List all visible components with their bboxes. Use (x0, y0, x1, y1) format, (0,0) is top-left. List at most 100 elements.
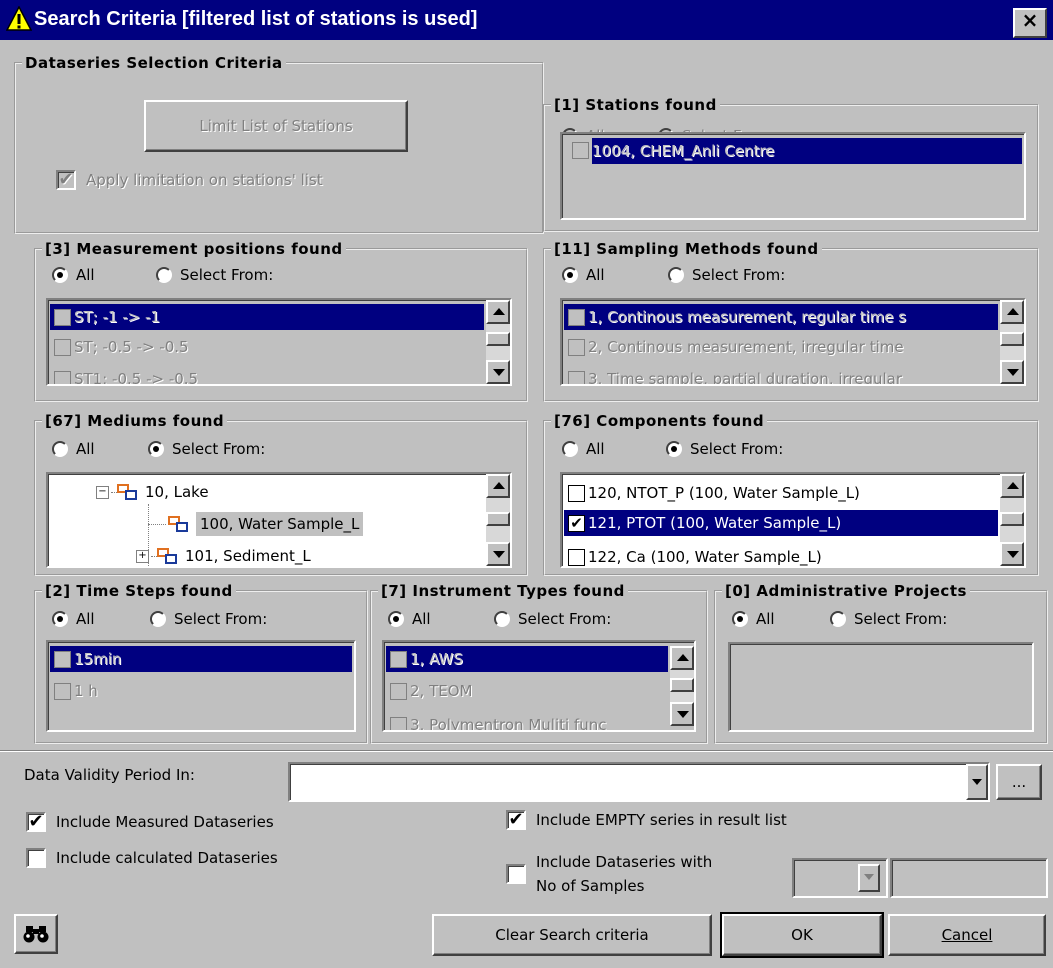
samples-operator-combobox[interactable] (792, 858, 888, 898)
projects-radio-select[interactable]: Select From: (830, 610, 947, 628)
include-empty-checkbox[interactable]: ✔ Include EMPTY series in result list (506, 810, 787, 830)
expand-icon[interactable]: + (136, 549, 149, 563)
scroll-thumb[interactable] (670, 678, 694, 692)
list-item-checkbox[interactable] (568, 548, 585, 566)
validity-dropdown-button[interactable] (966, 764, 988, 800)
samples-operator-dropdown-button[interactable] (858, 864, 880, 892)
components-radio-all[interactable]: All (562, 440, 605, 458)
list-item[interactable]: 122, Ca (100, Water Sample_L) (564, 544, 822, 566)
components-list[interactable]: 120, NTOT_P (100, Water Sample_L) ✔ 121, … (560, 472, 1026, 568)
radio-label: All (586, 440, 605, 458)
timesteps-radio-select[interactable]: Select From: (150, 610, 267, 628)
list-item-checkbox[interactable] (54, 682, 71, 700)
timesteps-radio-all[interactable]: All (52, 610, 95, 628)
vertical-scrollbar[interactable] (1000, 474, 1024, 566)
list-item[interactable]: ✔ 121, PTOT (100, Water Sample_L) (564, 510, 998, 536)
list-item[interactable]: ST; -0.5 -> -0.5 (50, 334, 189, 360)
vertical-scrollbar[interactable] (486, 474, 510, 566)
components-radio-select[interactable]: Select From: (666, 440, 783, 458)
list-item-checkbox[interactable] (54, 650, 71, 668)
list-item[interactable]: 2, Continous measurement, irregular time (564, 334, 904, 360)
mediums-radio-all[interactable]: All (52, 440, 95, 458)
find-button[interactable] (14, 914, 58, 954)
scroll-up-button[interactable] (486, 300, 510, 324)
list-item[interactable]: 120, NTOT_P (100, Water Sample_L) (564, 480, 860, 506)
sampling-radio-select[interactable]: Select From: (668, 266, 785, 284)
timesteps-list[interactable]: 15min 1 h (46, 640, 356, 732)
list-item[interactable]: 1 h (50, 678, 98, 704)
include-measured-checkbox[interactable]: ✔ Include Measured Dataseries (26, 812, 274, 832)
scroll-down-button[interactable] (1000, 542, 1024, 566)
list-item[interactable]: 3, Polymentron Muliti func (386, 712, 606, 730)
list-item-checkbox[interactable] (390, 682, 407, 700)
instruments-list[interactable]: 1, AWS 2, TEOM 3, Polymentron Muliti fun… (382, 640, 696, 732)
list-item-checkbox[interactable] (568, 484, 585, 502)
clear-search-button[interactable]: Clear Search criteria (432, 914, 712, 956)
positions-list[interactable]: ST; -1 -> -1 ST; -0.5 -> -0.5 ST1; -0.5 … (46, 298, 512, 386)
list-item-checkbox[interactable] (568, 308, 585, 326)
scroll-thumb[interactable] (486, 512, 510, 526)
list-item-checkbox[interactable] (568, 370, 585, 384)
projects-radio-all[interactable]: All (732, 610, 775, 628)
instruments-radio-all[interactable]: All (388, 610, 431, 628)
mediums-tree[interactable]: − 10, Lake 100, Water Sample_L + 101, Se… (46, 472, 512, 568)
tree-node-water-sample[interactable]: 100, Water Sample_L (168, 510, 364, 538)
positions-radio-all[interactable]: All (52, 266, 95, 284)
list-item-checkbox[interactable] (54, 338, 71, 356)
scroll-down-button[interactable] (670, 702, 694, 726)
list-item[interactable]: ST1; -0.5 -> -0.5 (50, 366, 198, 384)
include-calculated-box[interactable] (26, 848, 46, 868)
list-item-checkbox[interactable] (54, 370, 71, 384)
list-item[interactable]: 1, Continous measurement, regular time s (564, 304, 998, 330)
limit-stations-button[interactable]: Limit List of Stations (144, 100, 408, 152)
projects-list[interactable] (728, 642, 1034, 732)
list-item[interactable]: 1, AWS (386, 646, 668, 672)
vertical-scrollbar[interactable] (486, 300, 510, 384)
apply-limitation-box[interactable]: ✔ (56, 170, 76, 190)
cancel-button[interactable]: Cancel (888, 914, 1046, 956)
list-item[interactable]: 15min (50, 646, 352, 672)
stations-list[interactable]: 1004, CHEM_Anli Centre (560, 132, 1026, 220)
list-item-checkbox[interactable] (54, 308, 71, 326)
include-empty-box[interactable]: ✔ (506, 810, 526, 830)
tree-node-lake[interactable]: − 10, Lake (96, 480, 209, 504)
close-button[interactable]: × (1013, 8, 1047, 38)
scroll-up-button[interactable] (486, 474, 510, 498)
vertical-scrollbar[interactable] (670, 646, 694, 726)
sampling-radio-all[interactable]: All (562, 266, 605, 284)
ok-button[interactable]: OK (720, 912, 884, 958)
scroll-down-button[interactable] (1000, 360, 1024, 384)
tree-node-sediment[interactable]: + 101, Sediment_L (136, 544, 311, 566)
scroll-thumb[interactable] (486, 332, 510, 346)
validity-combobox[interactable] (288, 762, 990, 802)
scroll-thumb[interactable] (1000, 332, 1024, 346)
include-with-samples-checkbox[interactable]: Include Dataseries with No of Samples (506, 850, 712, 898)
scroll-up-button[interactable] (670, 646, 694, 670)
apply-limitation-checkbox[interactable]: ✔ Apply limitation on stations' list (56, 170, 323, 190)
positions-radio-select[interactable]: Select From: (156, 266, 273, 284)
list-item[interactable]: 1004, CHEM_Anli Centre (592, 138, 1022, 164)
scroll-down-button[interactable] (486, 360, 510, 384)
include-measured-box[interactable]: ✔ (26, 812, 46, 832)
list-item-checkbox[interactable]: ✔ (568, 514, 585, 532)
scroll-up-button[interactable] (1000, 474, 1024, 498)
list-item-checkbox[interactable] (568, 338, 585, 356)
include-with-samples-box[interactable] (506, 864, 526, 884)
include-calculated-checkbox[interactable]: Include calculated Dataseries (26, 848, 278, 868)
validity-browse-button[interactable]: ... (996, 764, 1042, 800)
list-item[interactable]: ST; -1 -> -1 (50, 304, 484, 330)
list-item-checkbox[interactable] (390, 650, 407, 668)
list-item-checkbox[interactable] (572, 142, 589, 159)
instruments-radio-select[interactable]: Select From: (494, 610, 611, 628)
scroll-down-button[interactable] (486, 542, 510, 566)
vertical-scrollbar[interactable] (1000, 300, 1024, 384)
list-item[interactable]: 3, Time sample, partial duration, irregu… (564, 366, 902, 384)
list-item-checkbox[interactable] (390, 716, 407, 730)
scroll-thumb[interactable] (1000, 512, 1024, 526)
sampling-list[interactable]: 1, Continous measurement, regular time s… (560, 298, 1026, 386)
mediums-radio-select[interactable]: Select From: (148, 440, 265, 458)
samples-count-field[interactable] (890, 858, 1048, 898)
list-item[interactable]: 2, TEOM (386, 678, 472, 704)
scroll-up-button[interactable] (1000, 300, 1024, 324)
collapse-icon[interactable]: − (96, 485, 109, 499)
